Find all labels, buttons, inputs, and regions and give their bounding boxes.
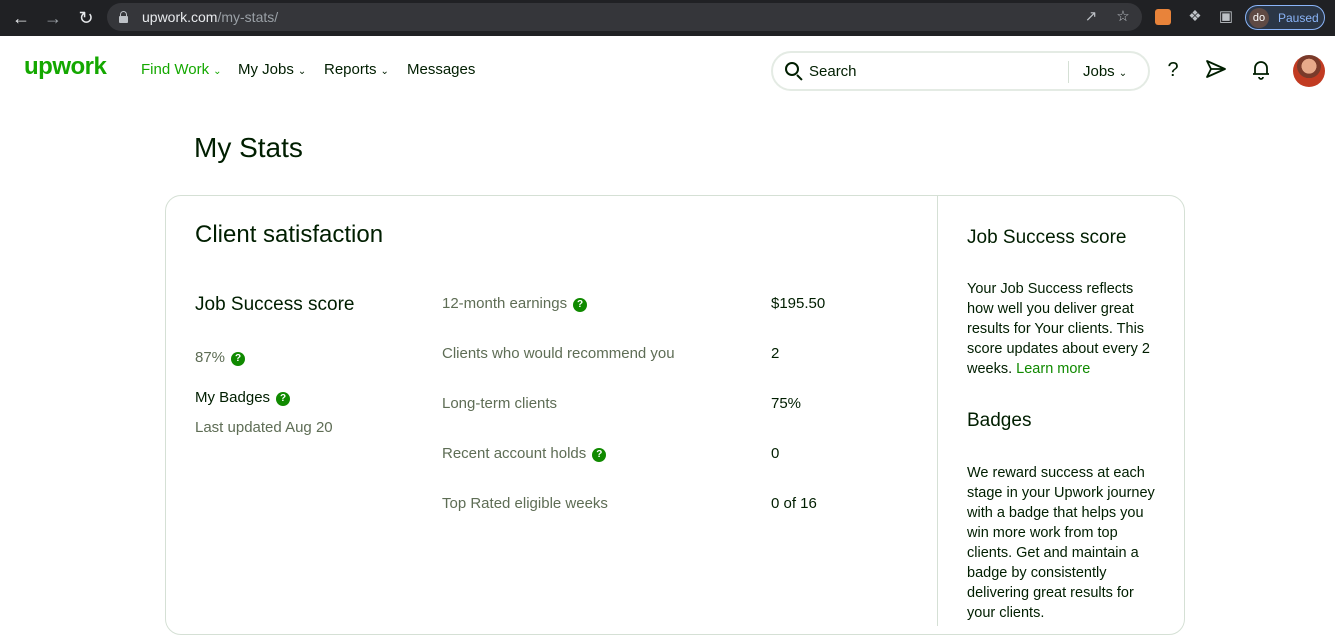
search-category-select[interactable]: Jobs ⌄ [1083, 63, 1127, 80]
stat-label-long-term: Long-term clients [442, 395, 558, 412]
jss-value: 87%? [195, 349, 246, 366]
help-icon[interactable]: ? [276, 392, 291, 406]
page-title: My Stats [194, 132, 303, 163]
stat-label-earnings: 12-month earnings? [442, 295, 588, 312]
sidebar-badges-heading: Badges [967, 410, 1032, 431]
address-bar[interactable]: upwork.com/my-stats/ [107, 3, 1142, 31]
stat-label-recommend: Clients who would recommend you [442, 345, 675, 362]
share-icon[interactable]: ↗ [1082, 8, 1100, 26]
help-icon[interactable]: ? [573, 298, 588, 312]
chevron-down-icon: ⌄ [297, 66, 307, 77]
chevron-down-icon: ⌄ [1118, 68, 1128, 79]
sidepanel-icon[interactable]: ▣ [1217, 8, 1235, 26]
forward-icon[interactable]: → [42, 7, 64, 29]
stat-value-account-holds: 0 [771, 445, 780, 462]
send-icon[interactable] [1204, 58, 1228, 82]
reload-icon[interactable]: ↻ [75, 7, 97, 29]
help-icon[interactable]: ? [592, 448, 607, 462]
chevron-down-icon: ⌄ [380, 66, 389, 77]
learn-more-link[interactable]: Learn more [1016, 361, 1090, 377]
badges-last-updated: Last updated Aug 20 [195, 419, 333, 436]
stat-value-long-term: 75% [771, 395, 802, 412]
nav-reports[interactable]: Reports ⌄ [324, 61, 389, 78]
profile-status: Paused [1278, 11, 1319, 25]
stat-value-recommend: 2 [771, 345, 780, 362]
client-satisfaction-title: Client satisfaction [195, 221, 384, 248]
notification-bell-icon[interactable] [1249, 58, 1273, 82]
jss-title: Job Success score [195, 294, 355, 315]
stat-label-top-rated: Top Rated eligible weeks [442, 495, 608, 512]
search-icon [785, 62, 803, 81]
chevron-down-icon: ⌄ [213, 66, 222, 77]
search-bar[interactable]: Search Jobs ⌄ [771, 51, 1150, 91]
back-icon[interactable]: ← [10, 7, 32, 29]
user-avatar[interactable] [1293, 55, 1325, 87]
sidebar-jss-heading: Job Success score [967, 227, 1127, 248]
stat-value-earnings: $195.50 [771, 295, 826, 312]
stat-label-account-holds: Recent account holds? [442, 445, 607, 462]
lock-icon [119, 11, 128, 23]
nav-my-jobs[interactable]: My Jobs ⌄ [238, 61, 306, 78]
upwork-logo[interactable]: upwork [24, 53, 107, 81]
puzzle-icon[interactable]: ❖ [1186, 8, 1204, 26]
url-text: upwork.com/my-stats/ [142, 9, 279, 25]
sidebar-jss-text: Your Job Success reflects how well you d… [967, 281, 1150, 377]
profile-button[interactable]: do Paused [1245, 5, 1325, 30]
search-input[interactable]: Search [809, 63, 857, 80]
sidebar-badges-text: We reward success at each stage in your … [967, 465, 1155, 621]
star-icon[interactable]: ☆ [1114, 8, 1132, 26]
profile-avatar: do [1249, 8, 1269, 28]
browser-toolbar: ← → ↻ upwork.com/my-stats/ ↗ ☆ ❖ ▣ do Pa… [0, 0, 1335, 36]
stat-value-top-rated: 0 of 16 [771, 495, 817, 512]
card-divider [937, 196, 938, 626]
my-badges-title: My Badges? [195, 389, 291, 406]
nav-messages[interactable]: Messages [407, 61, 475, 78]
nav-find-work[interactable]: Find Work ⌄ [141, 61, 221, 78]
site-header: upwork Find Work ⌄ My Jobs ⌄ Reports ⌄ Mess… [0, 36, 1335, 104]
help-icon[interactable]: ? [231, 352, 246, 366]
search-divider [1068, 61, 1069, 83]
help-icon[interactable]: ? [1161, 58, 1185, 82]
extension-icon[interactable] [1155, 9, 1171, 25]
